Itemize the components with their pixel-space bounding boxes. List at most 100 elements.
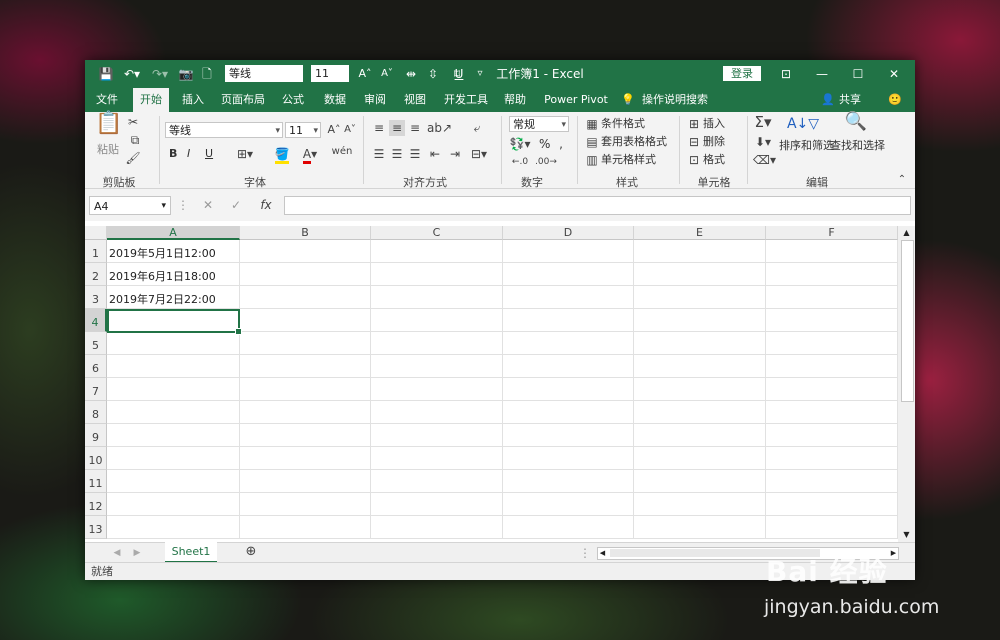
grid-cell[interactable] [766, 447, 898, 470]
add-sheet-icon[interactable]: ⊕ [243, 544, 259, 560]
grid-cell[interactable] [766, 401, 898, 424]
grid-cell[interactable] [107, 493, 240, 516]
italic-button[interactable]: I [187, 146, 190, 162]
grid-cell[interactable] [766, 309, 898, 332]
grid-cell[interactable] [634, 309, 766, 332]
align-right-icon[interactable]: ☰ [407, 146, 423, 162]
paste-icon[interactable]: 📋 [95, 113, 123, 135]
undo-icon[interactable]: ↶▾ [119, 60, 145, 88]
name-box[interactable]: A4 ▾ [89, 196, 171, 215]
qa-underline-icon[interactable]: U [451, 60, 467, 88]
increase-decimal-icon[interactable]: ←.0 [509, 154, 531, 170]
cell-a3[interactable]: 2019年7月2日22:00 [107, 286, 240, 309]
login-button[interactable]: 登录 [723, 66, 761, 81]
delete-cells-button[interactable]: 删除 [703, 134, 725, 150]
insert-function-button[interactable]: fx [257, 197, 275, 213]
format-cells-button[interactable]: 格式 [703, 152, 725, 168]
fill-color-icon[interactable]: 🪣 [271, 146, 293, 164]
grid-cell[interactable] [371, 286, 503, 309]
grid-cell[interactable] [371, 447, 503, 470]
grid-cell[interactable] [634, 240, 766, 263]
row-header[interactable]: 10 [85, 447, 107, 470]
grid-cell[interactable] [634, 470, 766, 493]
grid-cell[interactable] [503, 378, 634, 401]
find-select-button[interactable]: 查找和选择 [830, 138, 885, 154]
align-top-icon[interactable]: ≡ [371, 120, 387, 136]
cell-styles-button[interactable]: 单元格样式 [601, 152, 656, 168]
grid-cell[interactable] [371, 516, 503, 539]
grid-cell[interactable] [766, 240, 898, 263]
grid-cell[interactable] [634, 516, 766, 539]
grid-cell[interactable] [634, 447, 766, 470]
grow-font-icon[interactable]: A˄ [327, 122, 341, 138]
grid-cell[interactable] [371, 263, 503, 286]
grid-cell[interactable] [766, 378, 898, 401]
camera-icon[interactable]: 📷 [177, 60, 195, 88]
sort-filter-icon[interactable]: A↓▽ [785, 116, 821, 132]
sheet-tab-sheet1[interactable]: Sheet1 [165, 542, 217, 563]
grid-cell[interactable] [766, 332, 898, 355]
grid-cell[interactable] [240, 447, 371, 470]
tab-data[interactable]: 数据 [321, 88, 349, 112]
align-middle-icon[interactable]: ≡ [389, 120, 405, 136]
row-header[interactable]: 8 [85, 401, 107, 424]
row-header[interactable]: 9 [85, 424, 107, 447]
prev-sheet-icon[interactable]: ◀ [111, 545, 123, 561]
grid-cell[interactable] [634, 263, 766, 286]
tab-formulas[interactable]: 公式 [279, 88, 307, 112]
copy-icon[interactable]: ⧉ [125, 132, 145, 148]
grid-cell[interactable] [371, 470, 503, 493]
grid-cell[interactable] [107, 401, 240, 424]
close-icon[interactable]: ✕ [885, 60, 903, 88]
conditional-format-button[interactable]: 条件格式 [601, 116, 645, 132]
next-sheet-icon[interactable]: ▶ [131, 545, 143, 561]
percent-button[interactable]: % [539, 136, 550, 152]
grid-cell[interactable] [766, 263, 898, 286]
selected-cell-border[interactable] [107, 309, 242, 335]
tab-power-pivot[interactable]: Power Pivot [541, 88, 611, 112]
row-header[interactable]: 11 [85, 470, 107, 493]
cell-a2[interactable]: 2019年6月1日18:00 [107, 263, 240, 286]
grid-cell[interactable] [503, 401, 634, 424]
share-button[interactable]: 共享 [837, 88, 863, 112]
grid-cell[interactable] [240, 309, 371, 332]
grid-cell[interactable] [240, 516, 371, 539]
grid-cell[interactable] [503, 332, 634, 355]
format-painter-icon[interactable]: 🖌 [125, 150, 141, 166]
grid-cell[interactable] [503, 240, 634, 263]
column-header[interactable]: B [240, 226, 371, 240]
grid-cell[interactable] [766, 493, 898, 516]
tab-view[interactable]: 视图 [401, 88, 429, 112]
tab-file[interactable]: 文件 [93, 88, 121, 112]
grid-cell[interactable] [107, 355, 240, 378]
insert-cells-button[interactable]: 插入 [703, 116, 725, 132]
column-header[interactable]: C [371, 226, 503, 240]
scroll-left-icon[interactable]: ◀ [598, 548, 607, 559]
decrease-font-icon[interactable]: A˅ [379, 60, 395, 88]
grid-cell[interactable] [107, 424, 240, 447]
minimize-icon[interactable]: — [813, 60, 831, 88]
grid-cell[interactable] [766, 424, 898, 447]
grid-cell[interactable] [107, 332, 240, 355]
grid-cell[interactable] [371, 378, 503, 401]
grid-cell[interactable] [634, 286, 766, 309]
autosum-icon[interactable]: Σ▾ [753, 114, 773, 130]
confirm-entry-icon[interactable]: ✓ [229, 197, 243, 213]
grid-cell[interactable] [240, 332, 371, 355]
align-center-icon[interactable]: ☰ [389, 146, 405, 162]
column-header[interactable]: E [634, 226, 766, 240]
grid-cell[interactable] [503, 470, 634, 493]
grid-cell[interactable] [503, 263, 634, 286]
grid-cell[interactable] [634, 378, 766, 401]
grid-cell[interactable] [634, 424, 766, 447]
phonetic-icon[interactable]: wén [331, 144, 353, 160]
sort-filter-button[interactable]: 排序和筛选 [779, 138, 834, 154]
paste-button[interactable]: 粘贴 [97, 142, 119, 158]
grid-cell[interactable] [503, 516, 634, 539]
ribbon-display-icon[interactable]: ⊡ [777, 60, 795, 88]
cut-icon[interactable]: ✂ [125, 114, 141, 130]
row-header[interactable]: 7 [85, 378, 107, 401]
grid-cell[interactable] [634, 355, 766, 378]
tab-review[interactable]: 审阅 [361, 88, 389, 112]
grid-cell[interactable] [503, 355, 634, 378]
